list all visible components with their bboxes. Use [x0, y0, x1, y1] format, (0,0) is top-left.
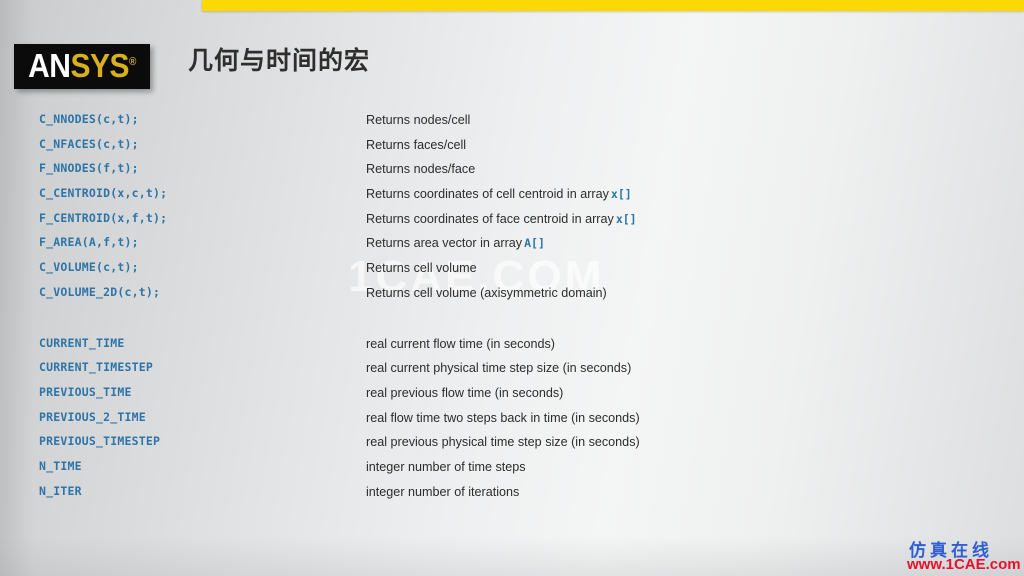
- macro-description-array: A[]: [524, 236, 545, 251]
- macro-description-text: real current physical time step size (in…: [366, 361, 632, 376]
- macro-description: Returns area vector in array A[]: [366, 236, 545, 250]
- macro-name: C_VOLUME_2D(c,t);: [39, 284, 161, 299]
- macro-description: Returns coordinates of cell centroid in …: [366, 187, 632, 201]
- macro-description: real current flow time (in seconds): [366, 337, 555, 351]
- slide-footer: 22 2018 ANSYS, Inc. November 15, 2018 安世…: [0, 546, 1024, 576]
- macro-description-text: Returns area vector in array: [366, 236, 523, 251]
- macro-row: N_TIME integer number of time steps: [0, 459, 1024, 484]
- macro-description-text: Returns cell volume (axisymmetric domain…: [366, 285, 607, 300]
- macro-name: PREVIOUS_TIME: [39, 384, 132, 399]
- macro-name: F_AREA(A,f,t);: [39, 235, 139, 250]
- macro-description: Returns cell volume: [366, 261, 477, 275]
- page-title: 几何与时间的宏: [188, 46, 371, 75]
- macro-name: CURRENT_TIME: [39, 335, 125, 350]
- macro-row: C_VOLUME(c,t); Returns cell volume: [0, 260, 1024, 285]
- macro-description-text: Returns nodes/face: [366, 162, 476, 177]
- macro-description: Returns faces/cell: [366, 138, 466, 152]
- macro-row: PREVIOUS_TIME real previous flow time (in…: [0, 385, 1024, 410]
- macro-row: C_VOLUME_2D(c,t); Returns cell volume (ax…: [0, 285, 1024, 310]
- macro-description-text: real flow time two steps back in time (i…: [366, 410, 640, 425]
- macro-row: PREVIOUS_TIMESTEP real previous physical …: [0, 434, 1024, 459]
- macro-description-text: Returns faces/cell: [366, 137, 467, 152]
- macro-group-geometry-macros: C_NNODES(c,t); Returns nodes/cell C_NFACES…: [0, 112, 1024, 310]
- macro-description-text: integer number of iterations: [366, 484, 520, 499]
- macro-name: N_ITER: [39, 483, 82, 498]
- macro-row: PREVIOUS_2_TIME real flow time two steps …: [0, 410, 1024, 435]
- macro-description: integer number of time steps: [366, 460, 526, 474]
- macro-description-text: integer number of time steps: [366, 459, 526, 474]
- logo-part-an: AN: [28, 47, 71, 85]
- macro-description-text: real previous physical time step size (i…: [366, 435, 640, 450]
- macro-name: F_NNODES(f,t);: [39, 161, 139, 176]
- macro-description: Returns coordinates of face centroid in …: [366, 212, 637, 226]
- macro-description: Returns nodes/face: [366, 162, 475, 176]
- slide-canvas: ANSYS® 几何与时间的宏 1CAE.COM C_NNODES(c,t); Re…: [0, 0, 1024, 576]
- macro-row: CURRENT_TIMESTEP real current physical ti…: [0, 360, 1024, 385]
- macro-name: PREVIOUS_TIMESTEP: [39, 434, 161, 449]
- macro-name: C_NNODES(c,t);: [39, 112, 139, 126]
- macro-description: Returns nodes/cell: [366, 113, 470, 127]
- macro-name: C_CENTROID(x,c,t);: [39, 186, 168, 201]
- macro-description-text: Returns cell volume: [366, 261, 477, 276]
- macro-description: real current physical time step size (in…: [366, 361, 631, 375]
- macro-row: F_CENTROID(x,f,t); Returns coordinates of…: [0, 211, 1024, 236]
- macro-description-array: x[]: [610, 187, 632, 202]
- macro-name: C_NFACES(c,t);: [39, 136, 139, 151]
- macro-description: Returns cell volume (axisymmetric domain…: [366, 286, 607, 300]
- macro-row: F_NNODES(f,t); Returns nodes/face: [0, 161, 1024, 186]
- macro-description: real flow time two steps back in time (i…: [366, 411, 640, 425]
- macro-description: real previous flow time (in seconds): [366, 386, 563, 400]
- macro-description-text: real previous flow time (in seconds): [366, 385, 564, 400]
- macro-name: C_VOLUME(c,t);: [39, 260, 139, 275]
- macro-description-text: Returns coordinates of face centroid in …: [366, 211, 614, 226]
- macro-description: integer number of iterations: [366, 485, 519, 499]
- macro-description-text: real current flow time (in seconds): [366, 336, 555, 351]
- macro-name: CURRENT_TIMESTEP: [39, 360, 153, 375]
- macro-row: F_AREA(A,f,t); Returns area vector in arr…: [0, 235, 1024, 260]
- macro-description-text: Returns nodes/cell: [366, 113, 471, 127]
- macro-reference-table: C_NNODES(c,t); Returns nodes/cell C_NFACES…: [0, 112, 1024, 508]
- macro-description: real previous physical time step size (i…: [366, 435, 640, 449]
- macro-row: N_ITER integer number of iterations: [0, 484, 1024, 509]
- ansys-logo-text: ANSYS®: [28, 47, 136, 85]
- macro-name: N_TIME: [39, 458, 82, 473]
- macro-group-time-macros: CURRENT_TIME real current flow time (in s…: [0, 336, 1024, 509]
- macro-row: C_NFACES(c,t); Returns faces/cell: [0, 137, 1024, 162]
- macro-name: PREVIOUS_2_TIME: [39, 409, 146, 424]
- logo-part-sys: SYS: [70, 47, 129, 85]
- ansys-logo: ANSYS®: [14, 44, 150, 89]
- macro-description-array: x[]: [615, 211, 637, 226]
- macro-row: C_CENTROID(x,c,t); Returns coordinates of…: [0, 186, 1024, 211]
- macro-description-text: Returns coordinates of cell centroid in …: [366, 187, 609, 202]
- top-accent-bar: [202, 0, 1024, 11]
- macro-row: C_NNODES(c,t); Returns nodes/cell: [0, 112, 1024, 137]
- macro-name: F_CENTROID(x,f,t);: [39, 210, 168, 225]
- registered-trademark-icon: ®: [129, 55, 136, 68]
- macro-row: CURRENT_TIME real current flow time (in s…: [0, 336, 1024, 361]
